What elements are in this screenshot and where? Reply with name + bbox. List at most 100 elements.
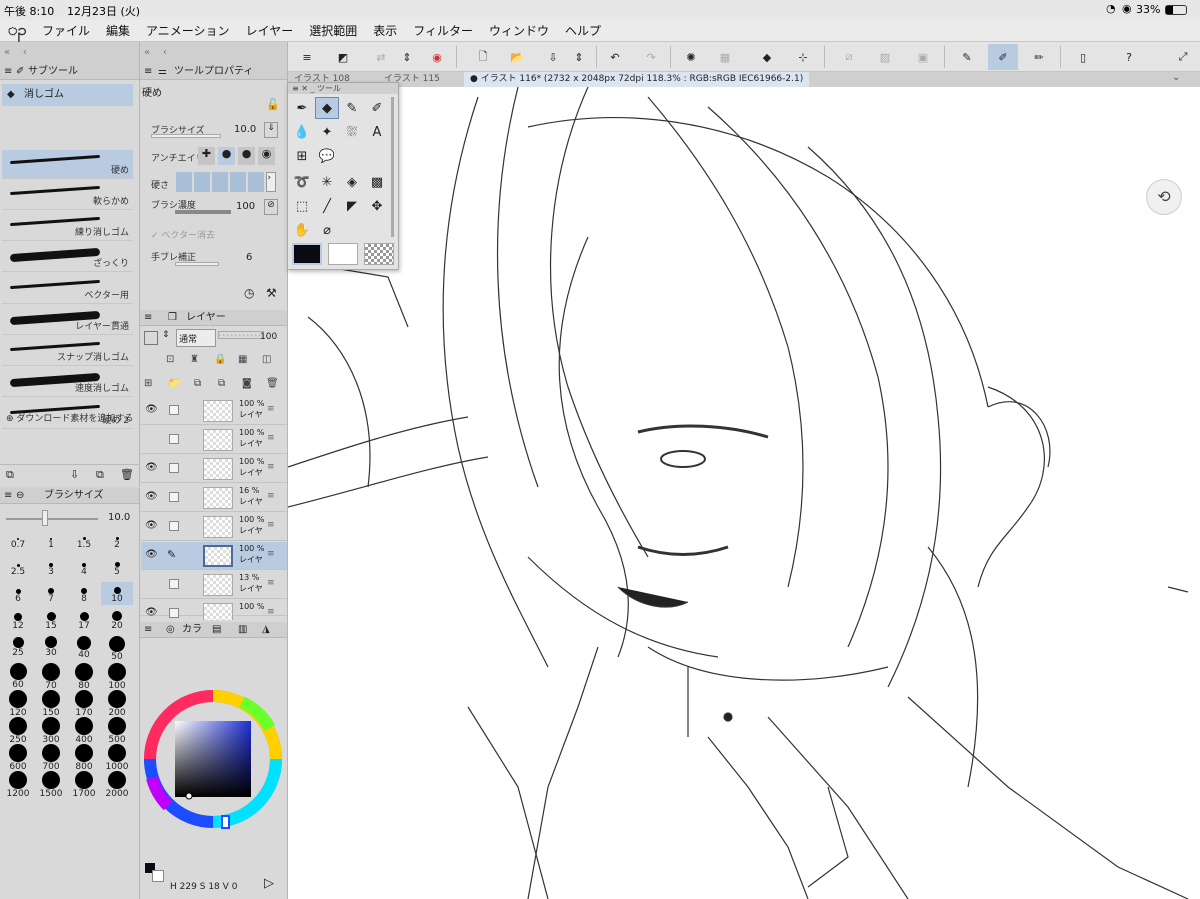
canvas-size-icon[interactable]: ◩ — [328, 44, 358, 70]
pressure-off-icon[interactable]: ⊘ — [264, 199, 278, 215]
ruler-tool-icon[interactable]: ◤ — [340, 195, 364, 217]
brush-size-cell[interactable]: 5 — [101, 555, 133, 578]
smartphone-icon[interactable]: ▯ — [1068, 44, 1098, 70]
layer-checkbox[interactable] — [169, 463, 179, 473]
lock-icon[interactable]: 🔓 — [266, 98, 280, 111]
text-tool-icon[interactable]: A — [365, 121, 389, 143]
play-icon[interactable]: ▷ — [264, 876, 274, 891]
layer-checkbox[interactable] — [169, 434, 179, 444]
undo-icon[interactable]: ↶ — [600, 44, 630, 70]
layer-checkbox[interactable] — [169, 492, 179, 502]
chevron-down-icon[interactable]: ⌄ — [1172, 72, 1180, 83]
antialias-none-icon[interactable]: ✚ — [198, 147, 215, 165]
pen-tool-icon[interactable]: ✒ — [290, 97, 314, 119]
subtool-item[interactable]: レイヤー貫通 — [2, 306, 133, 335]
redo-icon[interactable]: ↷ — [636, 44, 666, 70]
stabilize-field[interactable]: 6 — [246, 252, 252, 263]
clear-icon[interactable]: ▦ — [710, 44, 740, 70]
chevron-right-icon[interactable]: › — [266, 172, 277, 192]
transparent-color-chip[interactable] — [364, 243, 394, 265]
magic-wand-icon[interactable]: ✳ — [315, 171, 339, 193]
new-raster-layer-icon[interactable]: ⊞ — [144, 378, 152, 389]
brush-size-cell[interactable]: 4 — [68, 555, 100, 578]
brush-size-value[interactable]: 10.0 — [108, 512, 130, 523]
brush-size-cell[interactable]: 700 — [35, 744, 67, 772]
density-bar[interactable] — [175, 210, 231, 214]
scrollbar[interactable] — [391, 97, 394, 237]
brush-size-cell[interactable]: 30 — [35, 636, 67, 659]
new-folder-icon[interactable]: 📁 — [168, 378, 180, 389]
visibility-eye-icon[interactable]: 👁 — [145, 520, 158, 531]
grip-icon[interactable]: ≡ — [4, 64, 12, 80]
grip-icon[interactable]: ≡ — [144, 310, 152, 326]
brush-size-cell[interactable]: 250 — [2, 717, 34, 745]
visibility-eye-icon[interactable]: 👁 — [145, 491, 158, 502]
layer-checkbox[interactable] — [169, 405, 179, 415]
layer-row[interactable]: 👁 100 % レイヤ ≡ ✎ — [141, 542, 287, 570]
new-file-icon[interactable]: 🗋 — [468, 44, 498, 70]
fill-icon[interactable]: ◆ — [752, 44, 782, 70]
brush-size-cell[interactable]: 800 — [68, 744, 100, 772]
antialias-strong-icon[interactable]: ◉ — [258, 147, 275, 165]
brush-size-cell[interactable]: 150 — [35, 690, 67, 718]
subtool-item[interactable]: 軟らかめ — [2, 181, 133, 210]
brush-size-cell[interactable]: 12 — [2, 609, 34, 632]
invert-selection-icon[interactable]: ▨ — [870, 44, 900, 70]
menu-window[interactable]: ウィンドウ — [481, 22, 557, 39]
layer-row[interactable]: 👁 16 % レイヤ ≡ — [141, 484, 287, 512]
hand-tool-icon[interactable]: ✋ — [290, 219, 314, 241]
color-set-tab-icon[interactable]: ▤ — [212, 622, 221, 638]
layer-handle-icon[interactable]: ≡ — [267, 433, 275, 443]
panel-collapse-bar[interactable]: « ‹ — [140, 42, 287, 64]
minimize-icon[interactable]: _ — [311, 84, 315, 93]
eraser-tool-icon[interactable]: ◆ — [315, 97, 339, 119]
brush-size-cell[interactable]: 50 — [101, 636, 133, 662]
brush-size-cell[interactable]: 3 — [35, 555, 67, 578]
antialias-mid-icon[interactable]: ● — [238, 147, 255, 165]
hamburger-icon[interactable]: ≡ — [292, 44, 322, 70]
brush-size-cell[interactable]: 1 — [35, 528, 67, 551]
wrench-icon[interactable]: ⚒ — [266, 286, 277, 300]
brush-size-cell[interactable]: 1500 — [35, 771, 67, 799]
layer-row[interactable]: 13 % レイヤ ≡ — [141, 571, 287, 599]
layer-handle-icon[interactable]: ≡ — [267, 462, 275, 472]
mask-icon[interactable]: ◫ — [262, 354, 271, 365]
edit-pen-icon[interactable]: ✎ — [952, 44, 982, 70]
visibility-eye-icon[interactable]: 👁 — [145, 462, 158, 473]
brush-size-cell[interactable]: 8 — [68, 582, 100, 605]
transfer-icon[interactable]: ⧉ — [218, 378, 225, 389]
lock-alpha-icon[interactable]: ▦ — [238, 354, 247, 365]
blend-tool-icon[interactable]: 💧 — [290, 121, 314, 143]
menu-view[interactable]: 表示 — [365, 22, 405, 39]
menu-help[interactable]: ヘルプ — [557, 22, 609, 39]
brush-size-cell[interactable]: 1000 — [101, 744, 133, 772]
open-icon[interactable]: 📂 — [502, 44, 532, 70]
chevron-updown-icon[interactable]: ⇕ — [162, 330, 170, 340]
balloon-tool-icon[interactable]: 💬 — [315, 145, 339, 167]
opacity-slider[interactable] — [218, 331, 264, 339]
brush-size-cell[interactable]: 25 — [2, 636, 34, 659]
crop-icon[interactable]: ▣ — [908, 44, 938, 70]
brush-size-cell[interactable]: 500 — [101, 717, 133, 745]
layer-handle-icon[interactable]: ≡ — [267, 404, 275, 414]
grip-icon[interactable]: ≡ — [144, 622, 152, 638]
color-wheel[interactable] — [142, 688, 284, 830]
subtool-item[interactable]: ベクター用 — [2, 275, 133, 304]
menu-filter[interactable]: フィルター — [405, 22, 481, 39]
brush-size-cell[interactable]: 300 — [35, 717, 67, 745]
layer-handle-icon[interactable]: ≡ — [267, 578, 275, 588]
density-field[interactable]: 100 — [236, 201, 255, 212]
gradient-tool-icon[interactable]: ▩ — [365, 171, 389, 193]
layer-handle-icon[interactable]: ≡ — [267, 491, 275, 501]
visibility-eye-icon[interactable]: 👁 — [145, 549, 158, 560]
move-layer-icon[interactable]: ✥ — [365, 195, 389, 217]
transform-icon[interactable]: ⊹ — [788, 44, 818, 70]
panel-collapse-bar[interactable]: « ‹ — [0, 42, 139, 64]
pressure-icon[interactable]: ⇓ — [264, 122, 278, 138]
menu-animation[interactable]: アニメーション — [138, 22, 238, 39]
intermediate-tab-icon[interactable]: ▥ — [238, 622, 247, 638]
frame-tool-icon[interactable]: ⊞ — [290, 145, 314, 167]
brush-size-field[interactable]: 10.0 — [234, 124, 256, 135]
grip-icon[interactable]: ≡ — [144, 64, 152, 80]
rotate-view-icon[interactable]: ⟲ — [1146, 179, 1182, 215]
